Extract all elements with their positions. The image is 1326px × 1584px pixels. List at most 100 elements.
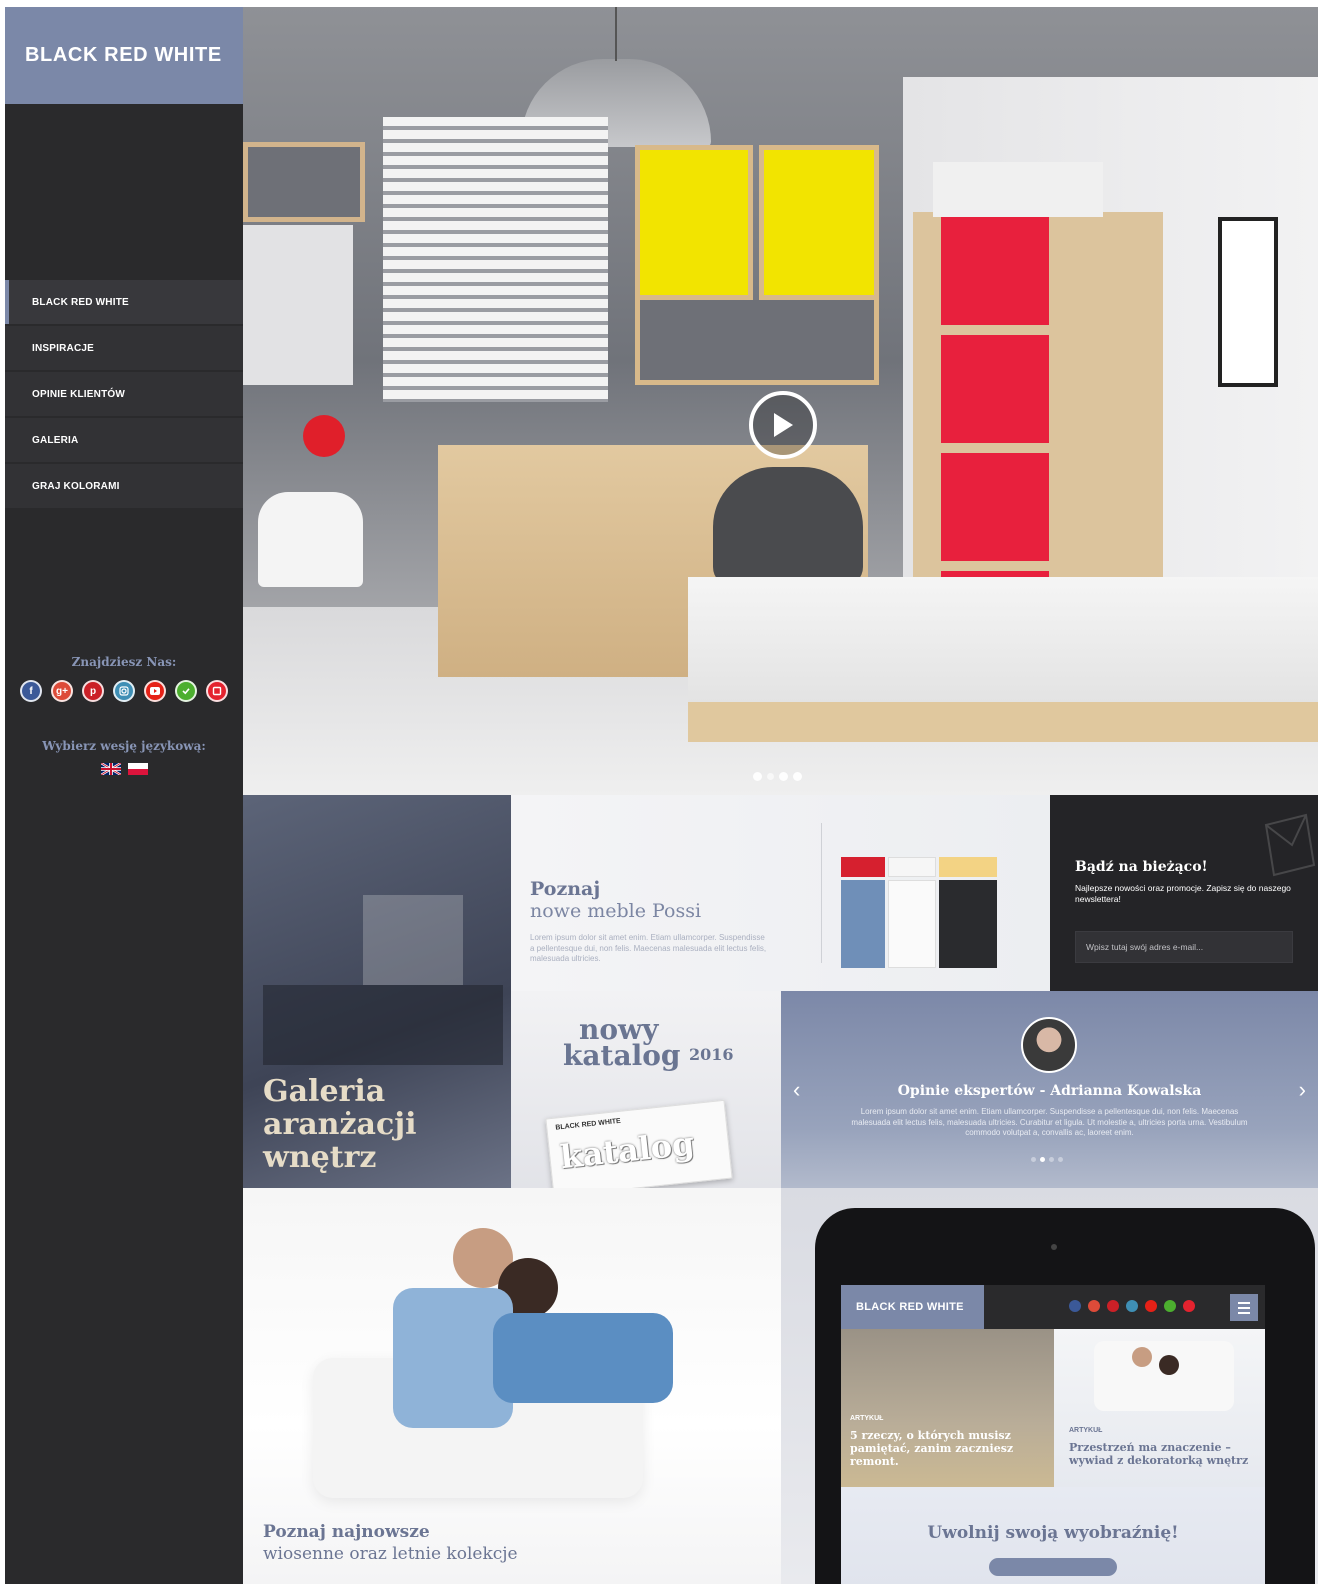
facebook-icon[interactable]: f (20, 680, 42, 702)
hero-chair (713, 467, 863, 587)
tablet-article-1-title: 5 rzeczy, o których musisz pamiętać, zan… (850, 1429, 1014, 1468)
hero-red-door-2 (941, 335, 1049, 443)
language-flags (5, 763, 243, 775)
experts-dot-4[interactable] (1058, 1157, 1063, 1162)
gallery-tile-bed (263, 985, 503, 1065)
tablet-header: BLACK RED WHITE (841, 1285, 1265, 1329)
gallery-tile-title: Galeria aranżacji wnętrz (263, 1074, 417, 1175)
logo[interactable]: BLACK RED WHITE (5, 7, 243, 104)
tablet-article-2-title: Przestrzeń ma znaczenie – wywiad z dekor… (1069, 1441, 1249, 1467)
poland-flag-icon[interactable] (127, 763, 148, 775)
tablet-cta-button[interactable] (989, 1558, 1117, 1576)
hero-white-cabinet (243, 225, 353, 385)
tablet-hamburger-menu-icon[interactable] (1230, 1294, 1258, 1321)
catalog-book-image: BLACK RED WHITE katalog (545, 1099, 733, 1188)
tablet-red-square-icon[interactable] (1183, 1300, 1195, 1312)
tablet-article-2-person-1 (1132, 1347, 1152, 1367)
experts-tile: ‹ › Opinie ekspertów - Adrianna Kowalska… (781, 991, 1318, 1188)
hero-red-door-1 (941, 217, 1049, 325)
logo-text[interactable]: BLACK RED WHITE (25, 44, 222, 67)
possi-tile[interactable]: Poznaj nowe meble Possi Lorem ipsum dolo… (511, 795, 1050, 991)
catalog-book-logo: BLACK RED WHITE (555, 1117, 622, 1132)
tablet-facebook-icon[interactable] (1069, 1300, 1081, 1312)
green-check-icon[interactable] (175, 680, 197, 702)
tablet-google-plus-icon[interactable] (1088, 1300, 1100, 1312)
tablet-article-1-label: ARTYKUŁ (850, 1415, 884, 1422)
experts-title: Opinie ekspertów - Adrianna Kowalska (897, 1083, 1202, 1099)
catalog-tile[interactable]: nowy katalog 2016 BLACK RED WHITE katalo… (511, 991, 781, 1188)
possi-furniture-image (841, 857, 1001, 969)
tablet-pinterest-icon[interactable] (1107, 1300, 1119, 1312)
tablet-article-1[interactable]: ARTYKUŁ 5 rzeczy, o których musisz pamię… (841, 1329, 1054, 1487)
hero-dot-3[interactable] (779, 772, 788, 781)
tablet-youtube-icon[interactable] (1145, 1300, 1157, 1312)
newsletter-title: Bądź na bieżąco! (1075, 859, 1208, 875)
uk-flag-icon[interactable] (100, 763, 121, 775)
nav-item-inspiracje[interactable]: INSPIRACJE (5, 326, 243, 370)
hero-poster (1218, 217, 1278, 387)
collections-person-2-body (493, 1313, 673, 1403)
nav-item-opinie-klientow[interactable]: OPINIE KLIENTÓW (5, 372, 243, 416)
experts-slider-dots (1031, 1157, 1063, 1162)
hero-bed (688, 577, 1318, 742)
youtube-icon[interactable] (144, 680, 166, 702)
collections-tile[interactable]: Poznaj najnowsze wiosenne oraz letnie ko… (243, 1188, 781, 1584)
collections-title: Poznaj najnowsze (263, 1522, 430, 1542)
hero-wall-shelf (243, 142, 365, 222)
experts-dot-3[interactable] (1049, 1157, 1054, 1162)
sidebar: BLACK RED WHITE BLACK RED WHITE INSPIRAC… (5, 7, 243, 1584)
hero-yellow-cabinet-right (759, 145, 879, 300)
find-us-heading: Znajdziesz Nas: (71, 655, 177, 669)
tablet-logo[interactable]: BLACK RED WHITE (841, 1285, 984, 1329)
find-us-section: Znajdziesz Nas: f g+ p (5, 655, 243, 702)
instagram-icon[interactable] (113, 680, 135, 702)
experts-dot-1[interactable] (1031, 1157, 1036, 1162)
tablet-article-2[interactable]: ARTYKUŁ Przestrzeń ma znaczenie – wywiad… (1054, 1329, 1265, 1487)
hero-dot-2[interactable] (767, 773, 774, 780)
envelope-icon (1264, 813, 1316, 877)
nav-item-black-red-white[interactable]: BLACK RED WHITE (5, 280, 243, 324)
tablet-bottom-banner: Uwolnij swoją wyobraźnię! (841, 1487, 1265, 1584)
hero-yellow-cabinet-left (635, 145, 753, 300)
newsletter-email-input[interactable] (1075, 931, 1293, 963)
play-video-button[interactable] (749, 391, 817, 459)
language-heading: Wybierz wesję językową: (42, 739, 206, 753)
hero-dot-4[interactable] (793, 772, 802, 781)
catalog-tile-year: 2016 (689, 1045, 734, 1064)
mobile-preview-tile: BLACK RED WHITE ARTYKUŁ 5 rzeczy, o któr… (781, 1188, 1318, 1584)
gallery-tile[interactable]: Galeria aranżacji wnętrz (243, 795, 511, 1188)
tablet-mockup: BLACK RED WHITE ARTYKUŁ 5 rzeczy, o któr… (815, 1208, 1315, 1584)
tablet-green-check-icon[interactable] (1164, 1300, 1176, 1312)
hero-slider-dots (753, 772, 802, 781)
nav-item-galeria[interactable]: GALERIA (5, 418, 243, 462)
tablet-instagram-icon[interactable] (1126, 1300, 1138, 1312)
tablet-article-2-label: ARTYKUŁ (1069, 1427, 1103, 1434)
hero-white-chair (258, 492, 363, 587)
social-icons: f g+ p (5, 680, 243, 702)
main-nav: BLACK RED WHITE INSPIRACJE OPINIE KLIENT… (5, 280, 243, 510)
hero-red-door-3 (941, 453, 1049, 561)
play-icon (774, 413, 793, 437)
nav-item-graj-kolorami[interactable]: GRAJ KOLORAMI (5, 464, 243, 508)
gallery-tile-poster (363, 895, 463, 985)
hero-red-cap (303, 415, 345, 457)
pinterest-icon[interactable]: p (82, 680, 104, 702)
tablet-article-2-image (1094, 1341, 1234, 1411)
hero-shelf-open (635, 300, 879, 385)
catalog-book-title: katalog (558, 1124, 697, 1177)
collections-subtitle: wiosenne oraz letnie kolekcje (263, 1544, 518, 1564)
hero-storage-boxes (933, 162, 1103, 217)
possi-tile-title: Poznaj (530, 878, 601, 900)
hero-dot-1[interactable] (753, 772, 762, 781)
red-square-icon[interactable] (206, 680, 228, 702)
possi-lamp (821, 823, 822, 963)
experts-dot-2[interactable] (1040, 1157, 1045, 1162)
newsletter-tile: Bądź na bieżąco! Najlepsze nowości oraz … (1050, 795, 1318, 991)
tablet-social-icons (1069, 1300, 1195, 1312)
experts-description: Lorem ipsum dolor sit amet enim. Etiam u… (851, 1107, 1248, 1137)
hero-window-blind (383, 117, 608, 402)
tablet-slogan: Uwolnij swoją wyobraźnię! (927, 1523, 1179, 1543)
hero-slider (243, 7, 1318, 795)
google-plus-icon[interactable]: g+ (51, 680, 73, 702)
language-section: Wybierz wesję językową: (5, 739, 243, 775)
